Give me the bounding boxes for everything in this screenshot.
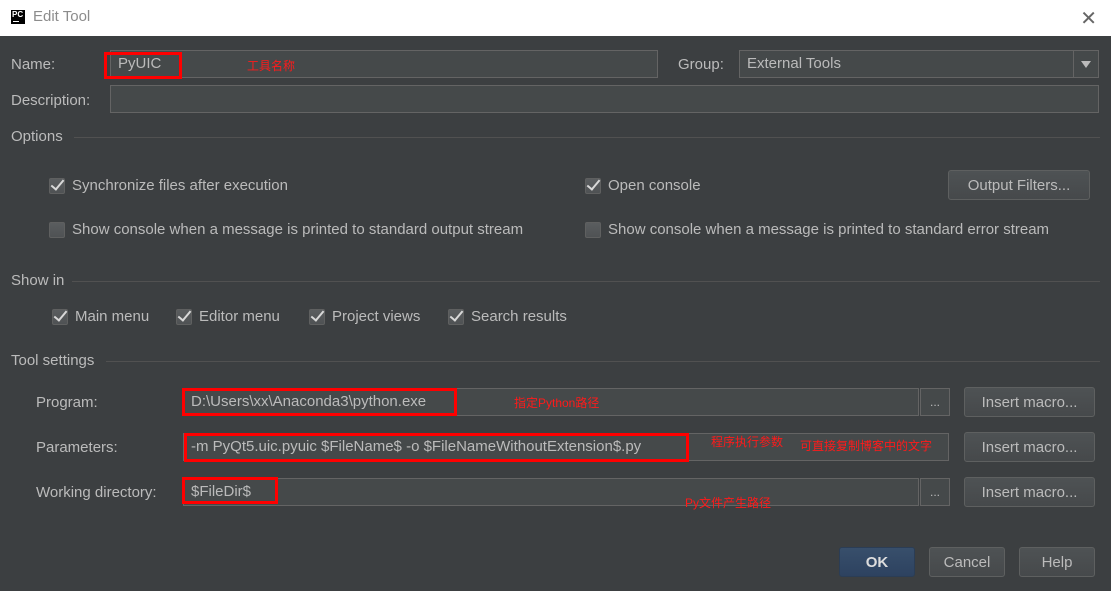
show-console-stdout-checkbox[interactable]: Show console when a message is printed t… bbox=[49, 221, 523, 238]
copy-annotation: 可直接复制博客中的文字 bbox=[800, 439, 933, 453]
working-directory-input[interactable]: $FileDir$ bbox=[183, 478, 919, 506]
search-results-checkbox[interactable]: Search results bbox=[448, 308, 567, 325]
name-label: Name: bbox=[11, 56, 56, 73]
working-directory-label: Working directory: bbox=[36, 484, 157, 501]
show-in-divider bbox=[72, 281, 1100, 282]
window-title: Edit Tool bbox=[33, 8, 91, 25]
insert-macro-program-button[interactable]: Insert macro... bbox=[964, 387, 1095, 417]
program-annotation: 指定Python路径 bbox=[514, 396, 600, 410]
sync-files-label: Synchronize files after execution bbox=[72, 177, 288, 194]
close-icon[interactable]: ✕ bbox=[1080, 6, 1097, 31]
parameters-label: Parameters: bbox=[36, 439, 118, 456]
browse-directory-button[interactable]: ... bbox=[920, 478, 950, 506]
editor-menu-label: Editor menu bbox=[199, 308, 280, 325]
name-input[interactable]: PyUIC bbox=[110, 50, 658, 78]
options-section-title: Options bbox=[11, 128, 63, 145]
show-in-section-title: Show in bbox=[11, 272, 65, 289]
group-dropdown[interactable]: External Tools bbox=[739, 50, 1099, 78]
description-label: Description: bbox=[11, 92, 91, 109]
output-filters-button[interactable]: Output Filters... bbox=[948, 170, 1090, 200]
tool-settings-divider bbox=[106, 361, 1100, 362]
chevron-down-icon[interactable] bbox=[1073, 51, 1098, 77]
parameters-annotation: 程序执行参数 bbox=[711, 435, 784, 449]
description-input[interactable] bbox=[110, 85, 1099, 113]
project-views-label: Project views bbox=[332, 308, 421, 325]
checkbox-checked-icon[interactable] bbox=[309, 308, 325, 325]
checkbox-checked-icon[interactable] bbox=[52, 308, 68, 325]
project-views-checkbox[interactable]: Project views bbox=[309, 308, 420, 325]
show-console-stderr-label: Show console when a message is printed t… bbox=[608, 221, 1050, 238]
ok-button[interactable]: OK bbox=[839, 547, 915, 577]
editor-menu-checkbox[interactable]: Editor menu bbox=[176, 308, 280, 325]
open-console-checkbox[interactable]: Open console bbox=[585, 177, 701, 194]
options-divider bbox=[74, 137, 1100, 138]
checkbox-checked-icon[interactable] bbox=[448, 308, 464, 325]
main-menu-label: Main menu bbox=[75, 308, 150, 325]
title-bar: PC Edit Tool ✕ bbox=[0, 0, 1111, 36]
name-annotation: 工具名称 bbox=[247, 59, 296, 73]
group-label: Group: bbox=[678, 56, 724, 73]
checkbox-checked-icon[interactable] bbox=[585, 177, 601, 194]
checkbox-checked-icon[interactable] bbox=[176, 308, 192, 325]
working-directory-annotation: Py文件产生路径 bbox=[685, 496, 772, 510]
sync-files-checkbox[interactable]: Synchronize files after execution bbox=[49, 177, 288, 194]
search-results-label: Search results bbox=[471, 308, 567, 325]
checkbox-unchecked-icon[interactable] bbox=[49, 221, 65, 238]
insert-macro-parameters-button[interactable]: Insert macro... bbox=[964, 432, 1095, 462]
group-value: External Tools bbox=[747, 55, 841, 72]
show-console-stderr-checkbox[interactable]: Show console when a message is printed t… bbox=[585, 221, 1049, 238]
insert-macro-directory-button[interactable]: Insert macro... bbox=[964, 477, 1095, 507]
open-console-label: Open console bbox=[608, 177, 701, 194]
checkbox-unchecked-icon[interactable] bbox=[585, 221, 601, 238]
main-menu-checkbox[interactable]: Main menu bbox=[52, 308, 149, 325]
help-button[interactable]: Help bbox=[1019, 547, 1095, 577]
checkbox-checked-icon[interactable] bbox=[49, 177, 65, 194]
show-console-stdout-label: Show console when a message is printed t… bbox=[72, 221, 524, 238]
tool-settings-section-title: Tool settings bbox=[11, 352, 95, 369]
program-label: Program: bbox=[36, 394, 98, 411]
browse-program-button[interactable]: ... bbox=[920, 388, 950, 416]
pycharm-icon: PC bbox=[11, 10, 25, 24]
cancel-button[interactable]: Cancel bbox=[929, 547, 1005, 577]
